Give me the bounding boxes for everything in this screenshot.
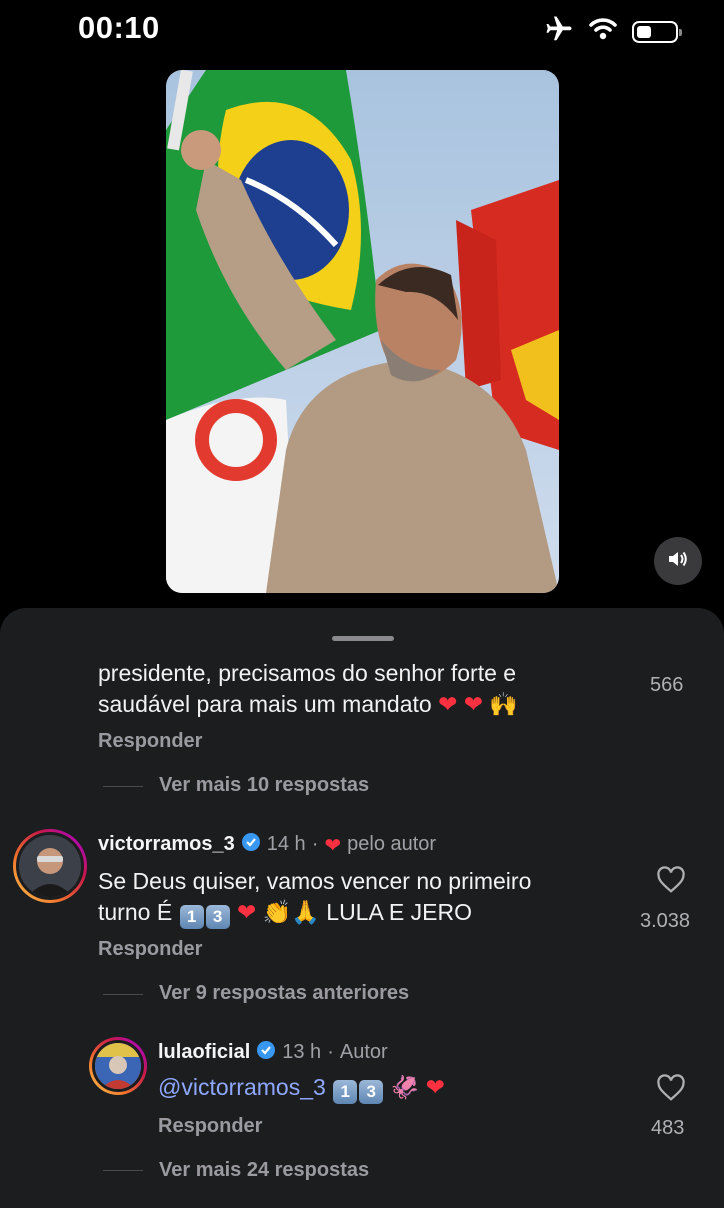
verified-badge-icon <box>241 832 261 857</box>
red-heart-emoji: ❤ <box>438 692 458 718</box>
view-more-replies-link[interactable]: Ver mais 10 respostas <box>159 774 369 797</box>
like-count: 3.038 <box>640 910 691 932</box>
heart-outline-icon <box>656 1074 686 1106</box>
reply-button[interactable]: Responder <box>158 1115 262 1138</box>
comment-header: lulaoficial 13 h · Autor <box>158 1040 388 1065</box>
keycap-digit-emoji: 3 <box>359 1080 384 1104</box>
like-count: 483 <box>651 1117 685 1139</box>
liked-by-author-label: pelo autor <box>347 833 437 855</box>
status-icons <box>544 14 682 49</box>
folded-hands-emoji: 🙏 <box>291 900 320 926</box>
heart-outline-icon <box>656 866 686 898</box>
divider-line <box>103 1170 143 1171</box>
comment-line-1: Se Deus quiser, vamos vencer no primeiro <box>98 868 532 894</box>
username[interactable]: victorramos_3 <box>98 833 235 856</box>
red-heart-emoji: ❤ <box>463 692 484 718</box>
avatar[interactable] <box>89 1037 147 1095</box>
comments-sheet: presidente, precisamos do senhor forte e… <box>0 608 724 1208</box>
reply-button[interactable]: Responder <box>98 938 202 961</box>
raising-hands-emoji: 🙌 <box>489 692 519 718</box>
wifi-icon <box>588 17 618 46</box>
reply-button[interactable]: Responder <box>98 730 202 753</box>
comment-line-2: turno É 13 ❤ 👏🙏 LULA E JERO <box>98 897 628 929</box>
keycap-digit-emoji: 3 <box>205 905 230 929</box>
comment-line-1: presidente, precisamos do senhor forte e <box>98 660 517 686</box>
photo-illustration <box>166 70 559 593</box>
meta-separator: · <box>311 833 319 855</box>
username[interactable]: lulaoficial <box>158 1041 250 1064</box>
airplane-icon <box>544 14 574 49</box>
comment-text: presidente, precisamos do senhor forte e… <box>98 658 618 721</box>
battery-icon <box>632 20 682 43</box>
speaker-icon <box>666 547 690 576</box>
avatar[interactable] <box>13 829 87 903</box>
verified-badge-icon <box>256 1040 276 1065</box>
keycap-digit-emoji: 1 <box>179 905 204 929</box>
avatar-photo <box>95 1043 141 1089</box>
comment-text: Se Deus quiser, vamos vencer no primeiro… <box>98 866 628 929</box>
status-bar: 00:10 <box>0 0 724 60</box>
heart-icon: ❤ <box>324 832 342 857</box>
comment-header: victorramos_3 14 h · ❤ pelo autor <box>98 832 436 857</box>
like-button[interactable] <box>656 866 686 899</box>
sound-toggle-button[interactable] <box>654 537 702 585</box>
comment-line-2: saudável para mais um mandato ❤ ❤ 🙌 <box>98 691 519 718</box>
clapping-hands-emoji: 👏 <box>262 900 292 926</box>
comment-time: 14 h <box>266 833 306 855</box>
like-count: 566 <box>650 674 684 696</box>
keycap-digit-emoji: 1 <box>333 1080 358 1104</box>
comment-text: @victorramos_3 13 🦑 ❤ <box>158 1072 445 1104</box>
divider-line <box>103 994 143 995</box>
view-previous-replies-link[interactable]: Ver 9 respostas anteriores <box>159 982 409 1005</box>
divider-line <box>103 786 143 787</box>
post-media-image[interactable] <box>166 70 559 593</box>
comment-time: 13 h <box>282 1041 322 1063</box>
view-more-replies-link[interactable]: Ver mais 24 respostas <box>159 1159 369 1182</box>
squid-emoji: 🦑 <box>390 1075 420 1101</box>
status-time: 00:10 <box>78 10 160 45</box>
sheet-drag-handle[interactable] <box>332 636 394 641</box>
red-heart-emoji: ❤ <box>425 1075 445 1101</box>
avatar-photo <box>19 835 81 897</box>
like-button[interactable] <box>656 1074 686 1107</box>
user-mention-link[interactable]: @victorramos_3 <box>158 1074 326 1100</box>
red-heart-emoji: ❤ <box>236 900 257 926</box>
author-label: Autor <box>339 1041 388 1063</box>
meta-separator: · <box>327 1041 334 1063</box>
